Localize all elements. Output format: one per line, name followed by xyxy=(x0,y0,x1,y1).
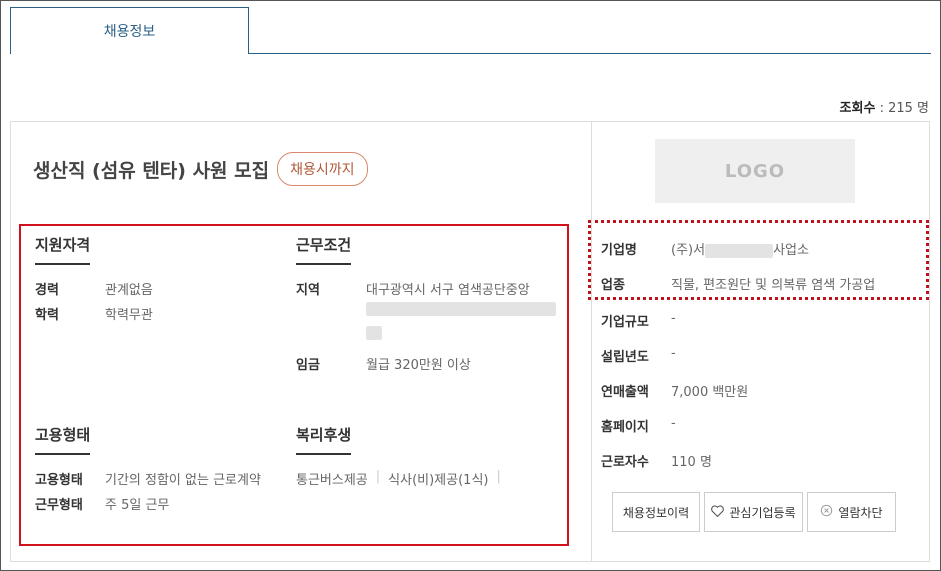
company-name-suffix: 사업소 xyxy=(773,243,809,258)
row-key: 고용형태 xyxy=(35,473,83,488)
row-wage: 임금 월급 320만원 이상 xyxy=(296,354,471,373)
tab-job-info[interactable]: 채용정보 xyxy=(10,7,249,54)
button-label: 관심기업등록 xyxy=(729,505,796,520)
row-key: 임금 xyxy=(296,358,320,373)
row-key: 설립년도 xyxy=(601,350,649,365)
favorite-company-button[interactable]: 관심기업등록 xyxy=(704,492,803,532)
row-value: 관계없음 xyxy=(105,283,153,298)
row-value: 직물, 편조원단 및 의복류 염색 가공업 xyxy=(671,278,876,293)
row-key: 기업규모 xyxy=(601,315,649,330)
row-value: 기간의 정함이 없는 근로계약 xyxy=(105,473,261,488)
company-row-industry: 업종 직물, 편조원단 및 의복류 염색 가공업 xyxy=(601,274,875,293)
row-education: 학력 학력무관 xyxy=(35,304,153,323)
section-title-conditions: 근무조건 xyxy=(296,234,352,265)
row-key: 기업명 xyxy=(601,243,637,258)
region-redacted xyxy=(366,302,556,340)
benefit-item: 식사(비)제공(1식) xyxy=(388,473,489,488)
row-value: - xyxy=(671,346,676,361)
row-value: - xyxy=(671,416,676,431)
button-label: 채용정보이력 xyxy=(622,505,690,520)
row-key: 업종 xyxy=(601,278,625,293)
block-viewing-button[interactable]: 열람차단 xyxy=(807,492,896,532)
row-value: 대구광역시 서구 염색공단중앙 xyxy=(366,283,530,298)
job-history-button[interactable]: 채용정보이력 xyxy=(612,492,700,532)
heart-icon xyxy=(711,504,725,520)
panel-divider xyxy=(591,122,592,561)
job-title-row: 생산직 (섬유 텐타) 사원 모집 채용시까지 xyxy=(33,152,368,186)
row-value: 주 5일 근무 xyxy=(105,498,170,513)
company-row-homepage: 홈페이지 - xyxy=(601,416,676,435)
benefits-list: 통근버스제공 | 식사(비)제공(1식) | xyxy=(296,469,501,488)
job-title: 생산직 (섬유 텐타) 사원 모집 xyxy=(33,159,270,182)
button-label: 열람차단 xyxy=(838,505,883,520)
section-title-qualification: 지원자격 xyxy=(35,234,91,265)
row-experience: 경력 관계없음 xyxy=(35,279,153,298)
redacted-block xyxy=(366,302,556,316)
row-key: 지역 xyxy=(296,283,320,298)
redacted-block xyxy=(366,326,382,340)
company-row-revenue: 연매출액 7,000 백만원 xyxy=(601,381,748,400)
row-contract-type: 고용형태 기간의 정함이 없는 근로계약 xyxy=(35,469,261,488)
view-count-label: 조회수 xyxy=(839,101,876,116)
row-value: (주)서 사업소 xyxy=(671,239,809,258)
company-row-size: 기업규모 - xyxy=(601,311,676,330)
row-key: 홈페이지 xyxy=(601,420,649,435)
row-value: 월급 320만원 이상 xyxy=(366,358,471,373)
row-key: 연매출액 xyxy=(601,385,649,400)
company-row-founded: 설립년도 - xyxy=(601,346,676,365)
company-logo: LOGO xyxy=(655,139,855,203)
tab-label: 채용정보 xyxy=(103,24,156,40)
row-key: 근무형태 xyxy=(35,498,83,513)
row-work-schedule: 근무형태 주 5일 근무 xyxy=(35,494,169,513)
section-title-employment: 고용형태 xyxy=(35,424,91,455)
row-value: 학력무관 xyxy=(105,308,153,323)
row-key: 학력 xyxy=(35,308,59,323)
view-count: 조회수 : 215 명 xyxy=(840,97,929,116)
company-row-employees: 근로자수 110 명 xyxy=(601,451,712,470)
benefit-separator: | xyxy=(375,469,381,484)
section-title-benefits: 복리후생 xyxy=(296,424,352,455)
benefit-separator: | xyxy=(496,469,501,484)
row-region: 지역 대구광역시 서구 염색공단중앙 xyxy=(296,279,530,298)
close-circle-icon xyxy=(820,504,833,520)
logo-text: LOGO xyxy=(724,160,786,182)
job-detail-panel: 생산직 (섬유 텐타) 사원 모집 채용시까지 지원자격 경력 관계없음 학력 … xyxy=(10,121,930,562)
row-value: 7,000 백만원 xyxy=(671,385,749,400)
company-name-prefix: (주)서 xyxy=(671,243,706,258)
benefit-item: 통근버스제공 xyxy=(296,473,368,488)
view-count-value: : 215 명 xyxy=(879,101,929,116)
row-value: - xyxy=(671,311,676,326)
redacted-block xyxy=(705,243,774,258)
row-value: 110 명 xyxy=(671,455,712,470)
company-row-name: 기업명 (주)서 사업소 xyxy=(601,239,809,258)
row-key: 경력 xyxy=(35,283,59,298)
row-key: 근로자수 xyxy=(601,455,649,470)
deadline-badge: 채용시까지 xyxy=(277,152,368,186)
